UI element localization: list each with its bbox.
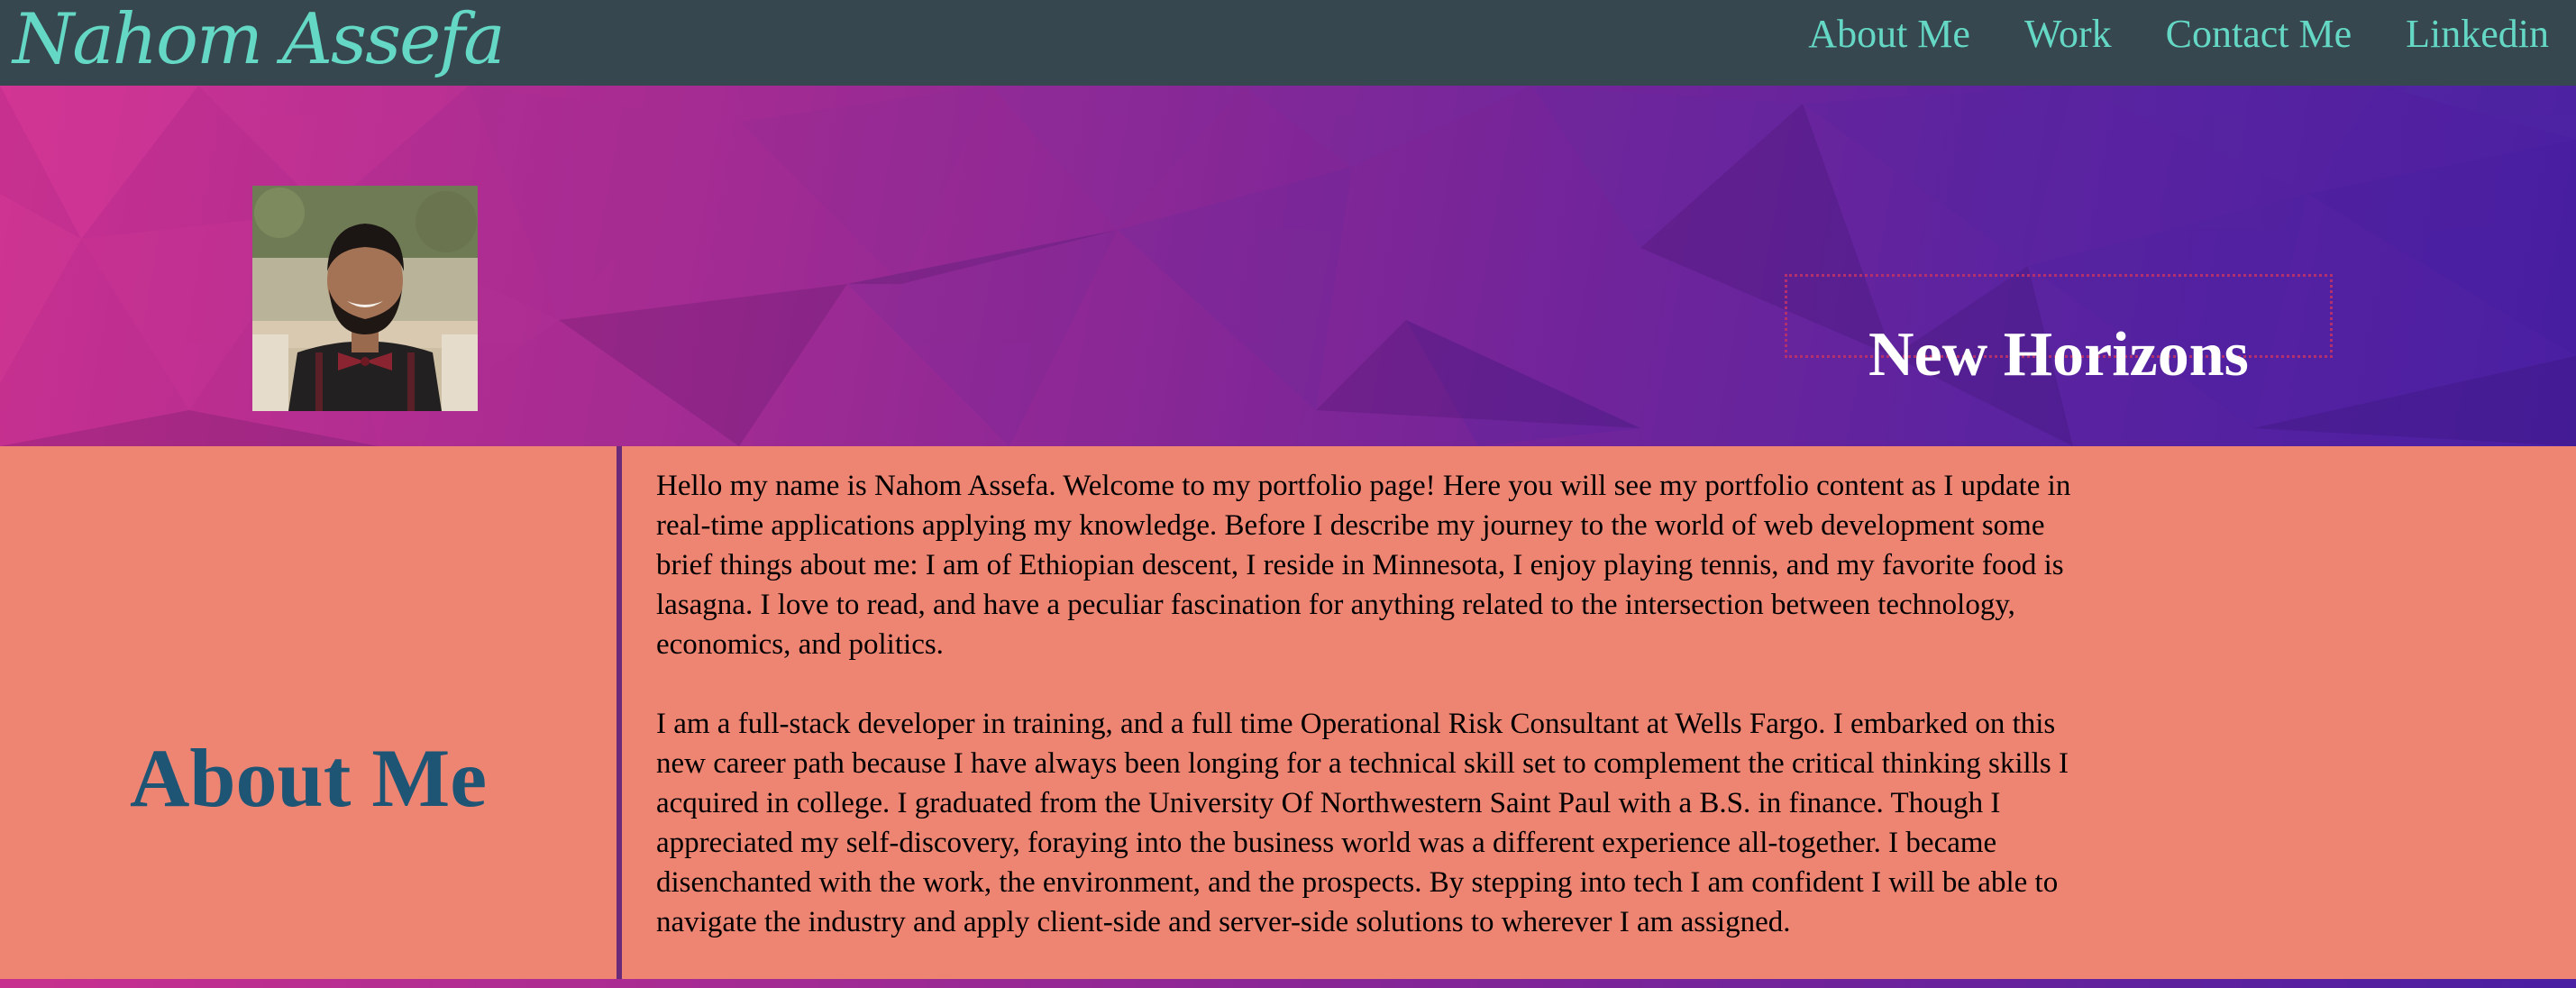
- hero-title: New Horizons: [1868, 319, 2249, 389]
- section-divider: [617, 446, 622, 979]
- portrait-illustration: [252, 186, 478, 411]
- about-paragraph: I am a full-stack developer in training,…: [656, 708, 2069, 938]
- nav-link-work[interactable]: Work: [2024, 11, 2112, 57]
- hero-banner: New Horizons: [0, 86, 2576, 446]
- about-section: About Me Hello my name is Nahom Assefa. …: [0, 446, 2576, 979]
- brand-logo[interactable]: Nahom Assefa: [13, 0, 506, 86]
- nav-link-linkedin[interactable]: Linkedin: [2406, 11, 2549, 57]
- nav-link-contact-me[interactable]: Contact Me: [2166, 11, 2352, 57]
- navbar: Nahom Assefa About Me Work Contact Me Li…: [0, 0, 2576, 86]
- nav-links: About Me Work Contact Me Linkedin: [1808, 0, 2549, 68]
- nav-link-about-me[interactable]: About Me: [1808, 11, 1970, 57]
- about-paragraph: Hello my name is Nahom Assefa. Welcome t…: [656, 470, 2071, 661]
- profile-photo: [252, 186, 478, 411]
- about-text: Hello my name is Nahom Assefa. Welcome t…: [656, 466, 2080, 982]
- about-heading: About Me: [129, 732, 488, 825]
- next-section-edge: [0, 979, 2576, 988]
